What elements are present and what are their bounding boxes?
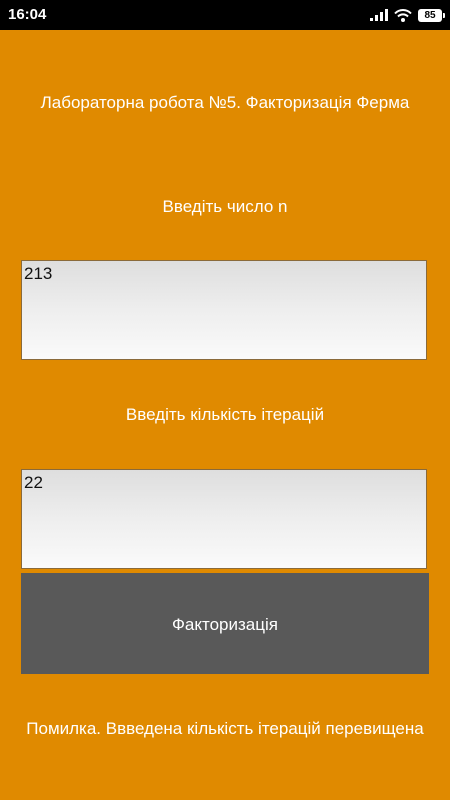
status-bar: 16:04 85: [0, 0, 450, 30]
iterations-label: Введіть кількість ітерацій: [125, 405, 325, 424]
status-time: 16:04: [8, 6, 47, 23]
signal-icon: [370, 9, 388, 21]
number-input[interactable]: 213: [21, 260, 427, 360]
battery-icon: 85: [418, 8, 445, 22]
page-title: Лабораторна робота №5. Факторизація Ферм…: [40, 93, 410, 112]
status-icons: 85: [370, 7, 445, 23]
iterations-input[interactable]: 22: [21, 469, 427, 569]
factorize-button[interactable]: Факторизація: [21, 573, 429, 674]
wifi-icon: [394, 8, 412, 22]
error-message: Помилка. Ввведена кількість ітерацій пер…: [26, 719, 424, 738]
number-label: Введіть число n: [162, 197, 288, 216]
